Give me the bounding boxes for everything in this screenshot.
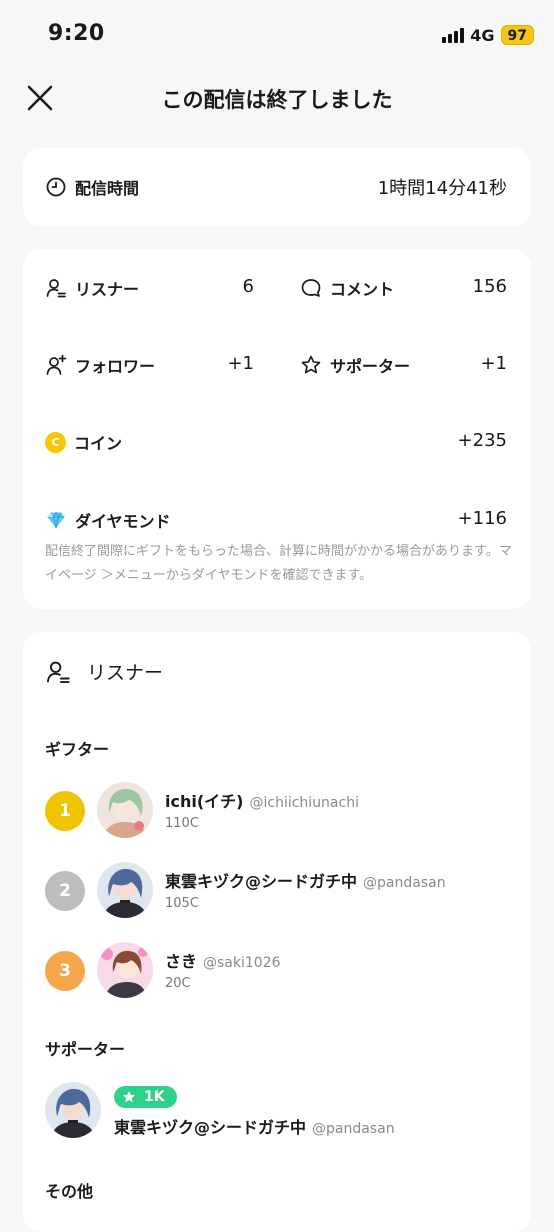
comments-stat-label: コメント <box>300 276 394 300</box>
supporters-heading: サポーター <box>45 1040 126 1059</box>
coin-icon: C <box>45 431 66 453</box>
diamonds-value: +116 <box>457 508 507 529</box>
followers-label: フォロワー <box>75 357 156 376</box>
avatar[interactable] <box>97 862 153 918</box>
listeners-label: リスナー <box>75 280 140 299</box>
comments-value: 156 <box>472 276 507 297</box>
supporter-badge-value: 1K <box>144 1089 165 1105</box>
signal-icon <box>442 27 465 43</box>
gifter-name-row: ichi(イチ) @ichiichiunachi <box>165 788 359 812</box>
add-person-icon <box>46 354 67 375</box>
person-list-icon <box>47 661 70 683</box>
diamond-icon <box>47 511 65 529</box>
star-icon <box>301 355 321 374</box>
rank-badge: 3 <box>45 951 85 991</box>
listeners-stat-label: リスナー <box>45 276 139 300</box>
supporter-badge: 1K <box>114 1086 177 1108</box>
listeners-section-title: リスナー <box>87 662 164 684</box>
gifter-coins: 110C <box>165 816 199 831</box>
supporter-handle: @pandasan <box>312 1121 395 1137</box>
gifter-name: 東雲キヅク@シードガチ中 <box>165 872 358 891</box>
avatar[interactable] <box>97 942 153 998</box>
listeners-value: 6 <box>242 276 254 297</box>
duration-value: 1時間14分41秒 <box>377 178 507 199</box>
diamonds-label: ダイヤモンド <box>75 512 171 531</box>
supporter-row[interactable]: 1K 東雲キヅク@シードガチ中 @pandasan <box>45 1082 515 1142</box>
clock-icon <box>46 177 66 197</box>
star-icon <box>122 1090 136 1103</box>
supporters-value: +1 <box>480 353 507 374</box>
coins-label: コイン <box>74 434 123 453</box>
comment-icon <box>301 279 321 297</box>
status-bar: 9:20 4G 97 <box>0 0 554 66</box>
followers-value: +1 <box>227 353 254 374</box>
gifter-row[interactable]: 1 ichi(イチ) @ichiichiunachi 110C <box>45 782 515 842</box>
diamond-note: 配信終了間際にギフトをもらった場合、計算に時間がかかる場合があります。マイページ… <box>45 544 512 583</box>
gifter-name: ichi(イチ) <box>165 792 244 811</box>
gifter-handle: @ichiichiunachi <box>249 795 359 811</box>
diamonds-stat-label: ダイヤモンド <box>45 508 171 532</box>
coins-value: +235 <box>457 430 507 451</box>
duration-label-row: 配信時間 <box>45 175 139 199</box>
other-heading: その他 <box>45 1182 94 1201</box>
person-list-icon <box>46 279 66 298</box>
rank-badge: 2 <box>45 871 85 911</box>
gifter-name: さき <box>165 952 198 971</box>
supporter-name: 東雲キヅク@シードガチ中 <box>114 1118 307 1137</box>
rank-badge: 1 <box>45 791 85 831</box>
gifter-coins: 20C <box>165 976 191 991</box>
page-title: この配信は終了しました <box>161 88 393 112</box>
network-type: 4G <box>470 25 495 45</box>
gifter-coins: 105C <box>165 896 199 911</box>
gifter-name-row: さき @saki1026 <box>165 948 281 972</box>
coins-stat-label: C コイン <box>45 430 122 454</box>
supporter-name-row: 東雲キヅク@シードガチ中 @pandasan <box>114 1114 395 1138</box>
supporters-stat-label: サポーター <box>300 353 410 377</box>
duration-card: 配信時間 1時間14分41秒 <box>23 148 531 226</box>
supporters-label: サポーター <box>330 357 411 376</box>
stats-card: リスナー 6 コメント 156 フォロワー +1 サポーター +1 C コイン … <box>23 249 531 609</box>
gifter-row[interactable]: 3 さき @saki1026 20C <box>45 942 515 1002</box>
duration-label: 配信時間 <box>75 179 140 198</box>
comments-label: コメント <box>330 280 395 299</box>
gifter-name-row: 東雲キヅク@シードガチ中 @pandasan <box>165 868 446 892</box>
avatar[interactable] <box>45 1082 101 1138</box>
status-time: 9:20 <box>48 21 105 46</box>
status-indicators: 4G 97 <box>442 24 534 46</box>
listeners-card: リスナー ギフター 1 ichi(イチ) @ichiichiunachi 110C… <box>23 632 531 1232</box>
gifter-handle: @saki1026 <box>203 955 281 971</box>
listeners-section-header: リスナー <box>45 658 163 685</box>
gifter-row[interactable]: 2 東雲キヅク@シードガチ中 @pandasan 105C <box>45 862 515 922</box>
battery-indicator: 97 <box>500 25 534 45</box>
avatar[interactable] <box>97 782 153 838</box>
gifters-heading: ギフター <box>45 740 110 759</box>
followers-stat-label: フォロワー <box>45 353 155 377</box>
gifter-handle: @pandasan <box>363 875 446 891</box>
